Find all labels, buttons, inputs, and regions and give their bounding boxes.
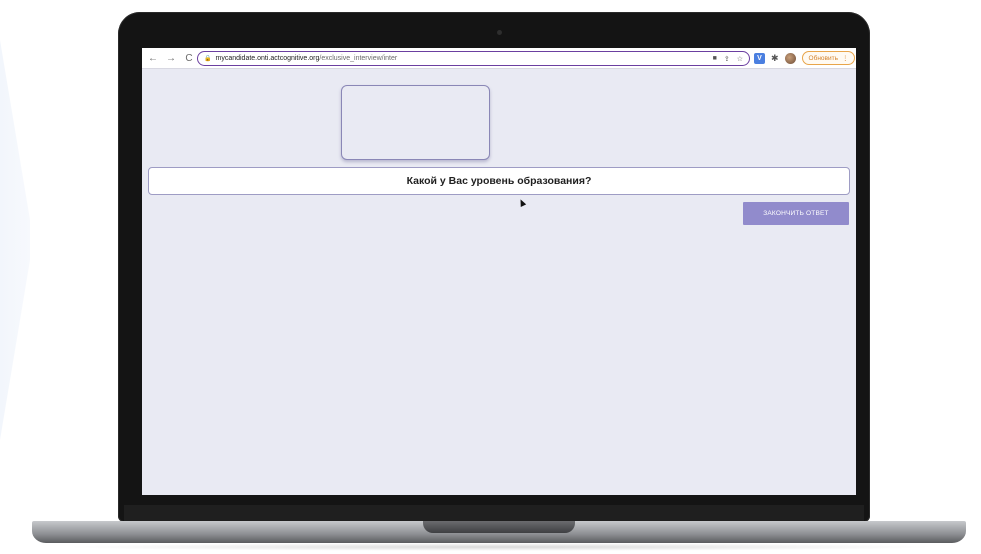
question-text: Какой у Вас уровень образования? [406,175,592,187]
puzzle-icon[interactable]: ✱ [771,53,779,64]
update-button[interactable]: Обновить ⋮ [801,51,856,65]
avatar[interactable] [784,52,796,64]
reload-icon[interactable]: C [182,51,196,65]
forward-icon[interactable]: → [164,51,178,65]
video-icon[interactable]: ■ [713,55,717,62]
finish-answer-button[interactable]: ЗАКОНЧИТЬ ОТВЕТ [743,202,849,225]
url-host: mycandidate.onti.actcognitive.org [215,55,320,62]
lock-icon[interactable]: 🔒 [204,55,211,62]
laptop-base-notch [423,521,575,533]
mouse-cursor-icon [517,198,527,207]
question-box: Какой у Вас уровень образования? [148,167,850,195]
back-icon[interactable]: ← [146,51,160,65]
address-bar[interactable]: 🔒 mycandidate.onti.actcognitive.org/excl… [197,51,750,66]
extension-icon[interactable]: V [754,52,765,64]
background-decoration [0,40,30,440]
address-bar-actions: ■ ⇪ ☆ [713,52,743,65]
star-icon[interactable]: ☆ [737,55,743,63]
laptop-camera [497,30,502,35]
laptop-shadow [60,543,940,551]
video-preview [341,85,490,160]
browser-toolbar: ← → C 🔒 mycandidate.onti.actcognitive.or… [142,48,856,69]
update-button-label: Обновить [808,54,838,62]
menu-icon: ⋮ [841,55,849,62]
extensions-area: V ✱ Обновить ⋮ [754,51,856,65]
url-path: /exclusive_interview/inter [319,55,398,62]
laptop-screen: ← → C 🔒 mycandidate.onti.actcognitive.or… [142,48,856,495]
share-icon[interactable]: ⇪ [724,55,730,63]
